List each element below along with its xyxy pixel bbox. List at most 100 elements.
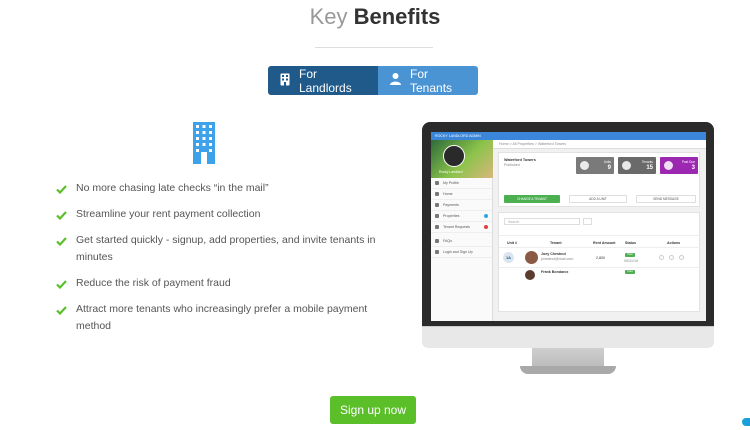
title-strong: Benefits [353,4,441,29]
rent-amount: 2,800 [596,256,605,260]
home-icon [580,161,589,170]
column-header: Unit # [507,241,517,245]
sidebar-item-label: FAQs [443,239,452,243]
sidebar-item-label: Properties [443,214,460,218]
sidebar-item-faqs: FAQs [431,236,492,247]
person-icon [435,181,439,185]
sidebar-item-label: Login and Sign Up [443,250,473,254]
benefit-text: Streamline your rent payment collection [76,208,261,220]
stat-past-due: Past Due 3 [660,157,698,174]
title-light: Key [309,4,348,29]
tab-label: For Landlords [299,66,352,95]
chat-widget-tab[interactable] [742,418,750,426]
stat-label: Units [603,160,611,164]
status-badge: Paid [625,270,635,274]
column-header: Rent Amount [593,241,616,245]
help-icon [435,239,439,243]
stat-value: 3 [691,165,695,171]
sidebar-item-label: Tenant Requests [443,225,470,229]
monitor-base [520,366,616,374]
property-panel: Waterford Towers Published Units 9 Tenant… [498,152,700,207]
home-icon [435,192,439,196]
sidebar-item-label: My Profile [443,181,459,185]
requests-icon [435,225,439,229]
stat-units: Units 9 [576,157,614,174]
avatar [525,270,535,280]
people-icon [622,161,631,170]
tenant-name: Joey Chestnut [541,252,566,256]
benefit-item: Get started quickly - signup, add proper… [56,232,386,266]
tenant-name: Frank Bondarcx [541,270,569,274]
building-icon [193,122,215,169]
checkmark-icon [56,232,76,266]
count-badge [484,225,488,229]
tab-for-tenants[interactable]: For Tenants [378,66,478,95]
checkmark-icon [56,180,76,200]
payment-date: 05/31/16 [624,259,638,263]
column-header: Tenant [550,241,562,245]
sidebar-item-tenant-requests: Tenant Requests [431,222,492,233]
tenant-email: jchestnut@mail.com [541,256,574,261]
stat-tenants: Tenants 15 [618,157,656,174]
benefit-item: Streamline your rent payment collection [56,206,386,226]
checkmark-icon [56,301,76,335]
app-screenshot: ROCKY LANDLORD ADMIN Rocky Landlord My P… [431,132,706,321]
breadcrumb: Home > All Properties > Waterford Towers [493,140,706,149]
status-badge: Paid [625,253,635,257]
search-input: Search [504,218,580,225]
search-button [583,218,592,225]
app-topbar: ROCKY LANDLORD ADMIN [431,132,706,140]
table-row: Frank Bondarcx Paid [499,267,701,287]
building-icon [280,73,299,89]
sidebar-item-label: Home [443,192,453,196]
benefit-text: Reduce the risk of payment fraud [76,277,231,289]
audience-tabs: For Landlords For Tenants [268,66,478,95]
sidebar-item-home: Home [431,189,492,200]
unit-number: 1A [503,252,514,263]
property-status: Published [504,163,520,167]
units-table-panel: Search Unit # Tenant Rent Amount Status … [498,212,701,312]
avatar [525,251,538,264]
column-header: Actions [667,241,681,245]
benefit-text: Attract more tenants who increasingly pr… [76,303,368,332]
stat-label: Past Due [681,160,695,164]
person-icon [390,73,410,88]
property-name: Waterford Towers [504,158,536,162]
sidebar-item-payments: Payments [431,200,492,211]
sidebar-user-name: Rocky Landlord [439,170,463,174]
benefit-text: Get started quickly - signup, add proper… [76,234,376,263]
page: Key Benefits For Landlords For Tenants N… [0,0,750,430]
send-message-button: SEND MESSAGE [636,195,696,203]
sidebar-item-properties: Properties [431,211,492,222]
avatar [443,145,465,167]
building-icon [435,214,439,218]
stat-value: 15 [646,165,653,171]
section-title: Key Benefits [0,4,750,30]
more-icon [679,255,684,260]
benefit-item: Attract more tenants who increasingly pr… [56,301,386,335]
alert-icon [664,161,673,170]
tab-for-landlords[interactable]: For Landlords [268,66,378,95]
count-badge [484,214,488,218]
tab-label: For Tenants [410,66,453,95]
benefit-item: No more chasing late checks “in the mail… [56,180,386,200]
calendar-icon [669,255,674,260]
sign-up-button[interactable]: Sign up now [330,396,416,424]
monitor-chin [422,326,714,348]
sidebar-item-login: Login and Sign Up [431,247,492,258]
benefit-item: Reduce the risk of payment fraud [56,275,386,295]
benefit-text: No more chasing late checks “in the mail… [76,182,269,194]
app-sidebar: Rocky Landlord My Profile Home Payments … [431,140,493,321]
sidebar-item-my-profile: My Profile [431,178,492,189]
checkmark-icon [56,206,76,226]
stat-label: Tenants [641,160,653,164]
sidebar-item-label: Payments [443,203,459,207]
stat-value: 9 [607,165,611,171]
table-row: 1A Joey Chestnut jchestnut@mail.com 2,80… [499,247,701,267]
sidebar-profile: Rocky Landlord [431,140,493,178]
column-header: Status [625,241,636,245]
add-unit-button: ADD A UNIT [569,195,627,203]
table-header: Unit # Tenant Rent Amount Status Actions [499,235,701,247]
edit-icon [659,255,664,260]
title-divider [315,47,433,48]
